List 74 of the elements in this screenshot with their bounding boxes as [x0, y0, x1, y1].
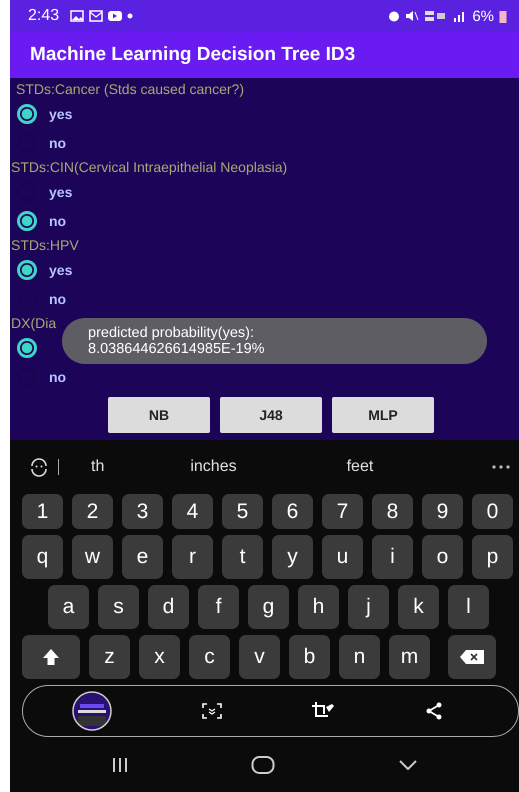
- keyboard-key[interactable]: i: [372, 535, 413, 579]
- option-label[interactable]: yes: [49, 106, 72, 122]
- keyboard-key[interactable]: p: [472, 535, 513, 579]
- suggestion[interactable]: inches: [190, 458, 237, 476]
- keyboard-key[interactable]: 9: [422, 494, 463, 529]
- option-label[interactable]: no: [49, 212, 66, 228]
- keyboard-key[interactable]: 0: [472, 494, 513, 529]
- keyboard-key[interactable]: w: [72, 535, 113, 579]
- classifier-button[interactable]: J48: [220, 397, 322, 433]
- keyboard-key[interactable]: h: [298, 585, 339, 629]
- keyboard-key[interactable]: r: [172, 535, 213, 579]
- app-title: Machine Learning Decision Tree ID3: [30, 44, 356, 66]
- backspace-key[interactable]: [448, 635, 496, 679]
- share-icon[interactable]: [425, 702, 444, 720]
- keyboard-key[interactable]: 3: [122, 494, 163, 529]
- keyboard-key[interactable]: k: [398, 585, 439, 629]
- keyboard-key[interactable]: o: [422, 535, 463, 579]
- option-label[interactable]: no: [49, 290, 66, 306]
- backspace-icon: [460, 650, 484, 664]
- keyboard-key[interactable]: g: [248, 585, 289, 629]
- battery-level: 6%: [472, 8, 494, 24]
- keyboard-key[interactable]: 5: [222, 494, 263, 529]
- home-icon[interactable]: [251, 754, 276, 774]
- keyboard-key[interactable]: a: [48, 585, 89, 629]
- back-icon[interactable]: [398, 758, 418, 770]
- option-label[interactable]: yes: [49, 262, 72, 278]
- keyboard-key[interactable]: c: [189, 635, 230, 679]
- keyboard-key[interactable]: j: [348, 585, 389, 629]
- keyboard-key[interactable]: x: [139, 635, 180, 679]
- question-label: DX(Dia: [10, 314, 58, 333]
- keyboard-key[interactable]: q: [22, 535, 63, 579]
- keyboard-key[interactable]: e: [122, 535, 163, 579]
- keyboard-key[interactable]: v: [239, 635, 280, 679]
- recents-icon[interactable]: [111, 756, 130, 772]
- shift-icon: [42, 648, 60, 666]
- classifier-button[interactable]: MLP: [332, 397, 434, 433]
- keyboard-key[interactable]: 7: [322, 494, 363, 529]
- keyboard-key[interactable]: z: [89, 635, 130, 679]
- question-label: STDs:CIN(Cervical Intraepithelial Neoplasia): [10, 158, 288, 177]
- emoji-icon[interactable]: [28, 457, 50, 477]
- option-label[interactable]: no: [49, 368, 66, 384]
- suggestion[interactable]: feet: [346, 458, 374, 476]
- keyboard-key[interactable]: y: [272, 535, 313, 579]
- keyboard-key[interactable]: 4: [172, 494, 213, 529]
- toast-message: predicted probability(yes): 8.038644626614985E-19%: [62, 318, 487, 364]
- mail-icon: [89, 10, 104, 22]
- keyboard-key[interactable]: f: [198, 585, 239, 629]
- keyboard-key[interactable]: t: [222, 535, 263, 579]
- status-time: 2:43: [28, 7, 60, 25]
- question-label: STDs:HPV: [10, 236, 80, 255]
- keyboard-key[interactable]: m: [389, 635, 430, 679]
- gallery-icon: [70, 10, 84, 22]
- battery-icon: [499, 10, 507, 22]
- more-icon[interactable]: [491, 464, 511, 470]
- keyboard-key[interactable]: 2: [72, 494, 113, 529]
- shift-key[interactable]: [22, 635, 80, 679]
- keyboard-key[interactable]: u: [322, 535, 363, 579]
- keyboard-key[interactable]: s: [98, 585, 139, 629]
- scan-icon[interactable]: [202, 703, 222, 719]
- question-label: STDs:Cancer (Stds caused cancer?): [15, 80, 245, 99]
- keyboard-key[interactable]: 6: [272, 494, 313, 529]
- keyboard-key[interactable]: 8: [372, 494, 413, 529]
- suggestion[interactable]: th: [91, 458, 104, 476]
- classifier-button[interactable]: NB: [108, 397, 210, 433]
- keyboard-key[interactable]: d: [148, 585, 189, 629]
- mute-icon: [405, 10, 420, 22]
- option-label[interactable]: no: [49, 134, 66, 150]
- keyboard-key[interactable]: n: [339, 635, 380, 679]
- keyboard-key[interactable]: 1: [22, 494, 63, 529]
- option-label[interactable]: yes: [49, 184, 72, 200]
- keyboard-key[interactable]: b: [289, 635, 330, 679]
- keyboard-key[interactable]: l: [448, 585, 489, 629]
- video-icon: [108, 10, 122, 22]
- dot-icon: [127, 13, 134, 19]
